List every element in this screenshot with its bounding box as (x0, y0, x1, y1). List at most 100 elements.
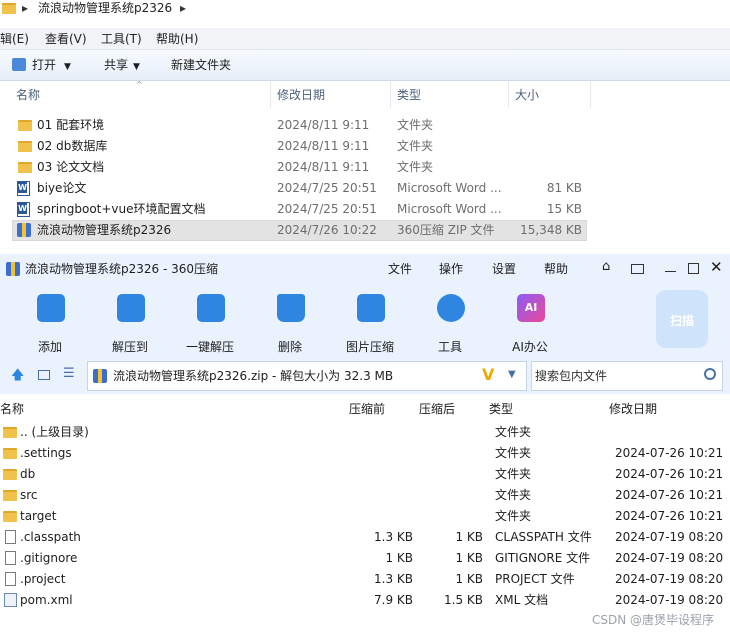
file-row[interactable]: 02 db数据库 2024/8/11 9:11 文件夹 (12, 136, 587, 157)
image-compress-button[interactable]: 图片压缩 (340, 292, 400, 354)
zip-icon (93, 369, 107, 383)
message-icon[interactable] (631, 264, 644, 274)
archive-row[interactable]: db 文件夹 2024-07-26 10:21 (0, 464, 730, 485)
zip-toolbar: 添加 解压到 一键解压 删除 图片压缩 工具 AI AI办公 扫描 (0, 284, 730, 358)
archive-row[interactable]: pom.xml 7.9 KB 1.5 KB XML 文档 2024-07-19 … (0, 590, 730, 611)
column-name[interactable]: 名称 (16, 88, 40, 102)
folder-icon (18, 120, 32, 131)
chevron-down-icon[interactable]: ▼ (133, 60, 140, 74)
menu-help[interactable]: 帮助(H) (156, 32, 198, 46)
ai-office-button[interactable]: AI AI办公 (500, 292, 560, 354)
column-modified[interactable]: 修改日期 (277, 88, 325, 102)
add-button[interactable]: 添加 (20, 292, 80, 354)
file-modified: 2024/7/25 20:51 (277, 202, 377, 216)
maximize-icon[interactable] (688, 263, 699, 274)
folder-icon (3, 511, 17, 522)
column-modified[interactable]: 修改日期 (609, 402, 657, 416)
screenshot-root: ▸ 流浪动物管理系统p2326 ▸ 辑(E) 查看(V) 工具(T) 帮助(H)… (0, 0, 730, 634)
open-button[interactable]: 打开 (32, 58, 56, 72)
menu-help[interactable]: 帮助 (544, 262, 568, 276)
folder-icon (3, 490, 17, 501)
folder-icon (18, 141, 32, 152)
entry-modified: 2024-07-26 10:21 (615, 446, 724, 460)
file-row[interactable]: springboot+vue环境配置文档 2024/7/25 20:51 Mic… (12, 199, 587, 220)
v-logo-icon[interactable]: V (482, 365, 494, 384)
folder-icon (3, 427, 17, 438)
image-compress-label: 图片压缩 (345, 340, 394, 354)
address-field[interactable]: 流浪动物管理系统p2326.zip - 解包大小为 32.3 MB V ▼ (87, 361, 527, 391)
archive-row[interactable]: .. (上级目录) 文件夹 (0, 422, 730, 443)
file-type: Microsoft Word ... (397, 202, 502, 216)
chevron-right-icon[interactable]: ▸ (22, 0, 28, 16)
menu-view[interactable]: 查看(V) (45, 32, 87, 46)
menu-edit[interactable]: 辑(E) (0, 32, 29, 46)
word-icon (17, 202, 30, 217)
up-arrow-icon[interactable]: 🡅 (11, 366, 24, 388)
close-icon[interactable]: ✕ (710, 260, 723, 275)
menu-file[interactable]: 文件 (388, 262, 412, 276)
address-text: 流浪动物管理系统p2326.zip - 解包大小为 32.3 MB (113, 369, 394, 383)
entry-modified: 2024-07-19 08:20 (615, 572, 724, 586)
entry-modified: 2024-07-19 08:20 (615, 593, 724, 607)
chevron-right-icon[interactable]: ▸ (180, 0, 186, 16)
menu-tools[interactable]: 工具(T) (101, 32, 142, 46)
extract-to-button[interactable]: 解压到 (100, 292, 160, 354)
search-icon[interactable] (704, 368, 716, 380)
column-type[interactable]: 类型 (489, 402, 513, 416)
entry-type: XML 文档 (495, 593, 549, 607)
folder-icon (3, 448, 17, 459)
file-size: 15,348 KB (520, 223, 582, 237)
archive-row[interactable]: target 文件夹 2024-07-26 10:21 (0, 506, 730, 527)
menu-operate[interactable]: 操作 (439, 262, 463, 276)
one-click-extract-button[interactable]: 一键解压 (180, 292, 240, 354)
archive-row[interactable]: .project 1.3 KB 1 KB PROJECT 文件 2024-07-… (0, 569, 730, 590)
breadcrumb-item[interactable]: 流浪动物管理系统p2326 (38, 0, 172, 16)
file-row[interactable]: biye论文 2024/7/25 20:51 Microsoft Word ..… (12, 178, 587, 199)
file-row[interactable]: 03 论文文档 2024/8/11 9:11 文件夹 (12, 157, 587, 178)
entry-name: db (20, 467, 36, 481)
file-row[interactable]: 01 配套环境 2024/8/11 9:11 文件夹 (12, 115, 587, 136)
column-size[interactable]: 大小 (515, 88, 539, 102)
new-folder-button[interactable]: 新建文件夹 (171, 58, 231, 72)
archive-row[interactable]: .gitignore 1 KB 1 KB GITIGNORE 文件 2024-0… (0, 548, 730, 569)
entry-modified: 2024-07-26 10:21 (615, 488, 724, 502)
file-icon (5, 530, 16, 544)
minimize-icon[interactable] (665, 271, 676, 272)
zip-icon (17, 223, 31, 237)
tools-button[interactable]: 工具 (420, 292, 480, 354)
column-divider[interactable] (390, 82, 391, 108)
explorer-menu-bar: 辑(E) 查看(V) 工具(T) 帮助(H) (0, 28, 730, 50)
column-divider[interactable] (590, 82, 591, 108)
entry-name: pom.xml (20, 593, 73, 607)
one-click-extract-icon (197, 294, 225, 322)
column-divider[interactable] (270, 82, 271, 108)
column-divider[interactable] (508, 82, 509, 108)
column-type[interactable]: 类型 (397, 88, 421, 102)
xml-file-icon (4, 593, 17, 607)
chevron-down-icon[interactable]: ▼ (64, 60, 71, 74)
file-name: 03 论文文档 (37, 160, 105, 174)
tools-icon (437, 294, 465, 322)
archive-row[interactable]: .classpath 1.3 KB 1 KB CLASSPATH 文件 2024… (0, 527, 730, 548)
shirt-icon[interactable]: ⌂ (602, 260, 610, 274)
file-type: 文件夹 (397, 160, 434, 174)
column-name[interactable]: 名称 (0, 402, 24, 416)
archive-row[interactable]: .settings 文件夹 2024-07-26 10:21 (0, 443, 730, 464)
file-name: 01 配套环境 (37, 118, 105, 132)
entry-size-before: 7.9 KB (374, 593, 413, 607)
scan-button[interactable]: 扫描 (656, 290, 708, 348)
column-before[interactable]: 压缩前 (349, 402, 385, 416)
thumbnail-view-icon[interactable] (38, 370, 50, 380)
scan-label: 扫描 (669, 314, 694, 328)
menu-settings[interactable]: 设置 (492, 262, 516, 276)
list-view-icon[interactable]: ☰ (63, 367, 75, 381)
search-input[interactable]: 搜索包内文件 (531, 361, 723, 391)
file-type: 360压缩 ZIP 文件 (397, 223, 495, 237)
chevron-down-icon[interactable]: ▼ (508, 369, 516, 380)
archive-row[interactable]: src 文件夹 2024-07-26 10:21 (0, 485, 730, 506)
column-after[interactable]: 压缩后 (419, 402, 455, 416)
file-row-selected[interactable]: 流浪动物管理系统p2326 2024/7/26 10:22 360压缩 ZIP … (12, 220, 587, 241)
entry-type: 文件夹 (495, 446, 532, 460)
share-button[interactable]: 共享 (104, 58, 128, 72)
delete-button[interactable]: 删除 (260, 292, 320, 354)
